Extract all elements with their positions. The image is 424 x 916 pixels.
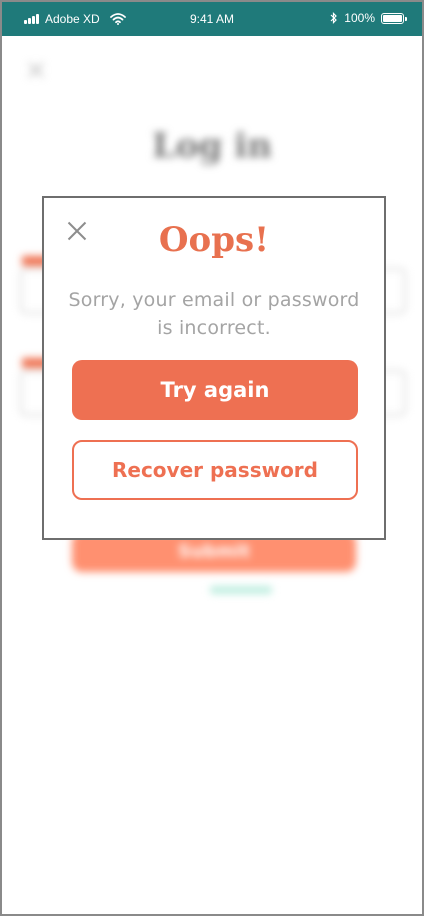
background-link (210, 586, 272, 594)
dialog-title: Oops! (158, 220, 270, 260)
phone-frame: Adobe XD 9:41 AM 100% Log in Submit Oops… (0, 0, 424, 916)
background-close-icon (26, 60, 46, 80)
recover-password-button[interactable]: Recover password (72, 440, 358, 500)
status-bar: Adobe XD 9:41 AM 100% (2, 2, 422, 36)
background-title: Log in (152, 126, 272, 166)
battery-percent: 100% (344, 11, 375, 25)
bluetooth-icon (330, 12, 338, 24)
dialog-message: Sorry, your email or password is incorre… (68, 289, 360, 339)
try-again-button[interactable]: Try again (72, 360, 358, 420)
error-dialog: Oops! Sorry, your email or password is i… (42, 196, 386, 540)
status-right: 100% (330, 11, 407, 25)
battery-icon (381, 12, 407, 24)
